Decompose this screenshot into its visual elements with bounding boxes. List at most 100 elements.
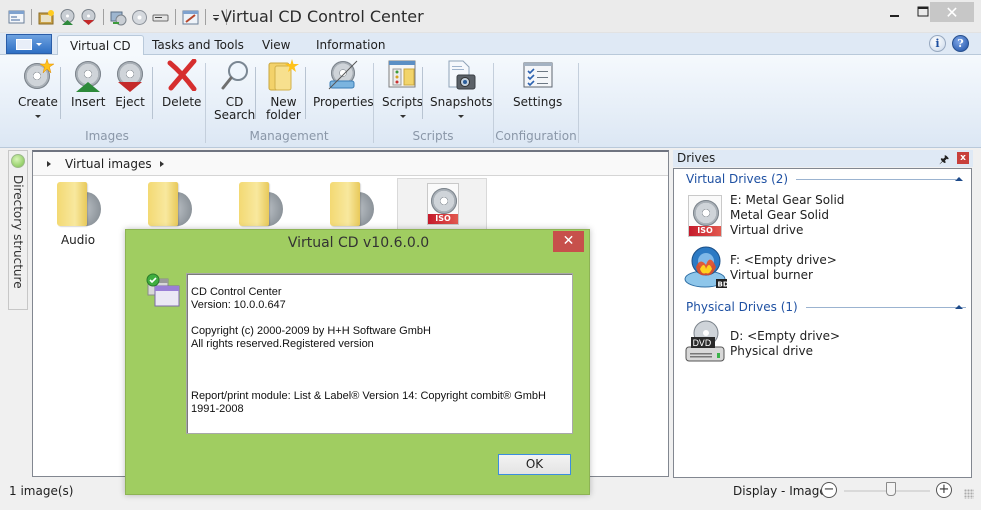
svg-text:BD: BD — [718, 281, 729, 289]
delete-button[interactable]: Delete — [162, 58, 202, 109]
about-text-line: 1991-2008 — [191, 403, 244, 415]
separator — [103, 9, 104, 25]
eject-label: Eject — [115, 95, 145, 109]
directory-structure-tab[interactable]: Directory structure — [8, 150, 28, 310]
network-icon[interactable] — [110, 9, 127, 26]
drive-type: Virtual burner — [730, 268, 813, 282]
separator — [205, 9, 206, 25]
app-windows-icon — [145, 273, 181, 309]
breadcrumb-arrow-icon[interactable] — [159, 160, 164, 167]
delete-x-icon — [166, 58, 198, 92]
separator — [175, 9, 176, 25]
drive-item[interactable]: ISO E: Metal Gear Solid Metal Gear Solid… — [682, 193, 962, 239]
create-button[interactable]: Create — [18, 59, 58, 118]
image-count: 1 image(s) — [9, 484, 74, 498]
separator — [31, 9, 32, 25]
display-mode-label: Display - Images — [733, 484, 834, 498]
eject-button[interactable]: Eject — [114, 59, 146, 109]
group-title: Physical Drives (1) — [686, 300, 798, 314]
eject-cd-icon — [114, 59, 146, 92]
drive-label: Metal Gear Solid — [730, 208, 829, 222]
separator — [152, 67, 153, 119]
new-folder-icon — [267, 59, 300, 91]
cd-search-button[interactable]: CD Search — [214, 59, 255, 122]
scripts-button[interactable]: Scripts — [382, 59, 423, 118]
title-bar: Virtual CD Control Center ✕ — [0, 0, 981, 33]
delete-label: Delete — [162, 95, 202, 109]
tab-view[interactable]: View — [250, 35, 302, 56]
info-icon[interactable]: i — [929, 35, 946, 52]
collapse-chevron-icon[interactable] — [955, 305, 963, 309]
tab-information[interactable]: Information — [304, 35, 397, 56]
drive-type: Virtual drive — [730, 223, 804, 237]
help-icon[interactable]: ? — [952, 35, 969, 52]
group-separator — [578, 63, 579, 143]
about-text-line — [191, 351, 568, 364]
tab-tasks-and-tools[interactable]: Tasks and Tools — [140, 35, 256, 56]
about-text-line — [191, 364, 568, 377]
collapse-chevron-icon[interactable] — [955, 177, 963, 181]
quick-access-toolbar — [8, 7, 229, 27]
resize-grip-icon[interactable] — [964, 489, 974, 499]
breadcrumb: Virtual images — [33, 152, 668, 176]
maximize-button[interactable] — [916, 2, 930, 22]
magnifier-icon — [219, 59, 251, 91]
folder-label: Audio — [60, 233, 96, 247]
drives-close-button[interactable]: x — [957, 152, 969, 164]
iso-drive-icon: ISO — [686, 193, 726, 237]
about-text-line: Report/print module: List & Label® Versi… — [191, 390, 546, 402]
separator — [255, 67, 256, 119]
folder-cd-icon — [330, 182, 374, 228]
drive-name: D: <Empty drive> — [730, 329, 841, 343]
dvd-drive-icon: DVD — [685, 320, 726, 365]
drive-item[interactable]: DVD D: <Empty drive> Physical drive — [682, 320, 962, 367]
separator — [422, 67, 423, 119]
chevron-down-icon — [36, 42, 42, 46]
breadcrumb-root-arrow-icon[interactable] — [47, 160, 51, 167]
close-button[interactable]: ✕ — [930, 2, 974, 22]
create-image-icon[interactable] — [38, 9, 55, 26]
about-text-line: Copyright (c) 2000-2009 by H+H Software … — [191, 325, 431, 337]
snapshot-camera-icon — [445, 59, 477, 91]
iso-image-item[interactable]: ISO — [397, 178, 487, 234]
zoom-slider-thumb[interactable] — [886, 482, 897, 496]
folder-item[interactable]: Audio — [33, 178, 123, 248]
drive-icon[interactable] — [152, 9, 169, 26]
snapshots-button[interactable]: Snapshots — [430, 59, 492, 118]
window-title: Virtual CD Control Center — [221, 7, 424, 26]
properties-button[interactable]: Properties — [313, 59, 374, 109]
scripts-icon — [387, 59, 419, 91]
dialog-close-button[interactable]: ✕ — [553, 231, 584, 252]
bd-burner-icon: BD — [684, 245, 729, 289]
zoom-in-button[interactable]: + — [936, 482, 952, 498]
virtual-drives-group-header[interactable]: Virtual Drives (2) — [686, 172, 957, 186]
ok-button[interactable]: OK — [498, 454, 571, 475]
customize-dropdown-icon[interactable] — [212, 9, 220, 26]
insert-cd-icon[interactable] — [59, 8, 76, 26]
about-text-line: Version: 10.0.0.647 — [191, 299, 286, 311]
tab-virtual-cd[interactable]: Virtual CD — [57, 35, 144, 57]
create-cd-icon — [22, 59, 54, 91]
eject-cd-icon[interactable] — [80, 8, 97, 26]
group-label-management: Management — [249, 129, 329, 143]
zoom-out-button[interactable]: − — [821, 482, 837, 498]
new-folder-label: New folder — [266, 95, 301, 122]
new-folder-button[interactable]: New folder — [266, 59, 301, 122]
minimize-button[interactable] — [872, 2, 917, 22]
breadcrumb-item[interactable]: Virtual images — [65, 157, 152, 171]
settings-checklist-icon — [522, 59, 554, 91]
app-menu-button[interactable] — [6, 34, 52, 54]
drive-item[interactable]: BD F: <Empty drive> Virtual burner — [682, 245, 962, 289]
create-label: Create — [18, 95, 58, 109]
insert-button[interactable]: Insert — [71, 59, 105, 109]
iso-file-icon: ISO — [427, 183, 459, 225]
cd-icon[interactable] — [131, 9, 148, 26]
about-text-line — [191, 377, 568, 390]
close-icon: ✕ — [945, 2, 959, 22]
settings-button[interactable]: Settings — [513, 59, 562, 109]
about-text: CD Control Center Version: 10.0.0.647 Cop… — [186, 273, 573, 434]
edit-icon[interactable] — [182, 9, 199, 26]
physical-drives-group-header[interactable]: Physical Drives (1) — [686, 300, 966, 314]
app-window-icon[interactable] — [8, 9, 25, 26]
group-title: Virtual Drives (2) — [686, 172, 789, 186]
